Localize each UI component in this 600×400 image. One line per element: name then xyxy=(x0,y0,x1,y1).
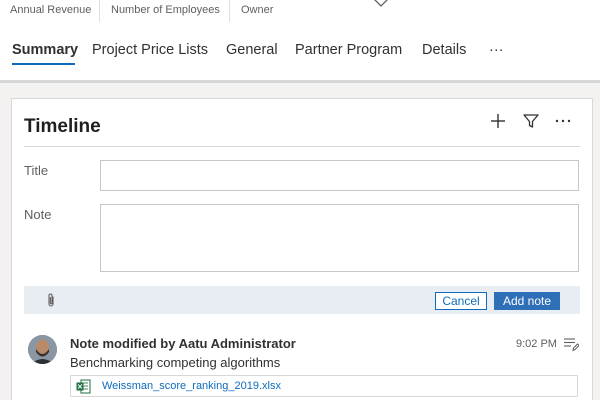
note-field-label: Note xyxy=(24,207,52,222)
plus-icon[interactable] xyxy=(488,111,508,131)
title-input[interactable] xyxy=(100,160,579,191)
note-entry-time: 9:02 PM xyxy=(516,338,557,350)
avatar xyxy=(28,335,57,364)
timeline-title: Timeline xyxy=(24,116,101,137)
attachment-icon[interactable] xyxy=(46,292,56,308)
owner-label: Owner xyxy=(241,4,274,16)
attachment-filename[interactable]: Weissman_score_ranking_2019.xlsx xyxy=(102,380,281,392)
cancel-button[interactable]: Cancel xyxy=(435,292,487,310)
chevron-down-icon[interactable] xyxy=(371,0,391,9)
title-field-label: Title xyxy=(24,163,49,178)
more-icon[interactable] xyxy=(553,111,573,131)
filter-icon[interactable] xyxy=(521,111,541,131)
field-divider xyxy=(229,0,230,22)
header-fields: Annual Revenue Number of Employees Owner xyxy=(0,0,600,22)
attachment-item[interactable]: Weissman_score_ranking_2019.xlsx xyxy=(70,375,578,397)
tab-project-price-lists[interactable]: Project Price Lists xyxy=(92,42,208,58)
tab-bar: Summary Project Price Lists General Part… xyxy=(0,38,600,68)
note-entry-title: Note modified by Aatu Administrator xyxy=(70,336,296,351)
edit-note-icon[interactable] xyxy=(563,336,579,352)
excel-file-icon xyxy=(76,379,91,394)
note-action-bar: Cancel Add note xyxy=(24,286,580,314)
annual-revenue-label: Annual Revenue xyxy=(10,4,92,16)
title-divider xyxy=(24,146,580,147)
tab-partner-program[interactable]: Partner Program xyxy=(295,42,402,58)
tab-general[interactable]: General xyxy=(226,42,278,58)
note-textarea[interactable] xyxy=(100,204,579,272)
add-note-button[interactable]: Add note xyxy=(494,292,560,310)
active-tab-indicator xyxy=(12,63,75,65)
tab-more[interactable]: ··· xyxy=(489,42,504,58)
tab-details[interactable]: Details xyxy=(422,42,466,58)
field-divider xyxy=(99,0,100,22)
number-of-employees-label: Number of Employees xyxy=(111,4,220,16)
timeline-card: Timeline Title Note Cancel Add note Note… xyxy=(11,98,593,400)
tab-summary[interactable]: Summary xyxy=(12,42,78,58)
note-entry-body: Benchmarking competing algorithms xyxy=(70,355,281,370)
